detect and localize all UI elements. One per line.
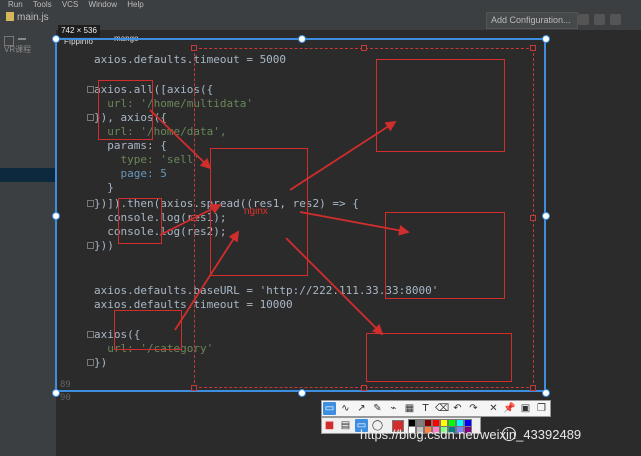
arrow-line xyxy=(149,109,212,170)
copy-icon[interactable]: ❐ xyxy=(535,402,548,415)
pin-icon[interactable]: 📌 xyxy=(503,402,516,415)
arrow-line xyxy=(299,211,410,236)
eraser-icon[interactable]: ⌫ xyxy=(435,402,449,415)
line-width-icon[interactable]: ▤ xyxy=(339,419,352,432)
arrow-line xyxy=(159,204,222,236)
undo-icon[interactable]: ↶ xyxy=(451,402,464,415)
annotation-toolbar: ▭ ∿ ↗ ✎ ⌁ ▦ T ⌫ ↶ ↷ ✕ 📌 ▣ ❐ xyxy=(321,400,551,417)
text-icon[interactable]: T xyxy=(419,402,432,415)
wechat-icon xyxy=(502,427,516,441)
annotation-arrows xyxy=(149,109,410,336)
curve-icon[interactable]: ∿ xyxy=(339,402,352,415)
arrow-line xyxy=(289,121,397,191)
marker-icon[interactable]: ⌁ xyxy=(387,402,400,415)
color-indicator-icon[interactable]: ■ xyxy=(323,419,336,432)
select-icon[interactable]: ▭ xyxy=(323,402,336,415)
pen-icon[interactable]: ✎ xyxy=(371,402,384,415)
arrow-icon[interactable]: ↗ xyxy=(355,402,368,415)
watermark-text: https://blog.csdn.net/weixin_43392489 xyxy=(360,427,582,442)
redo-icon[interactable]: ↷ xyxy=(467,402,480,415)
arrow-line xyxy=(174,230,239,331)
close-icon[interactable]: ✕ xyxy=(487,402,500,415)
arrow-line xyxy=(285,237,384,336)
save-icon[interactable]: ▣ xyxy=(519,402,532,415)
mosaic-icon[interactable]: ▦ xyxy=(403,402,416,415)
